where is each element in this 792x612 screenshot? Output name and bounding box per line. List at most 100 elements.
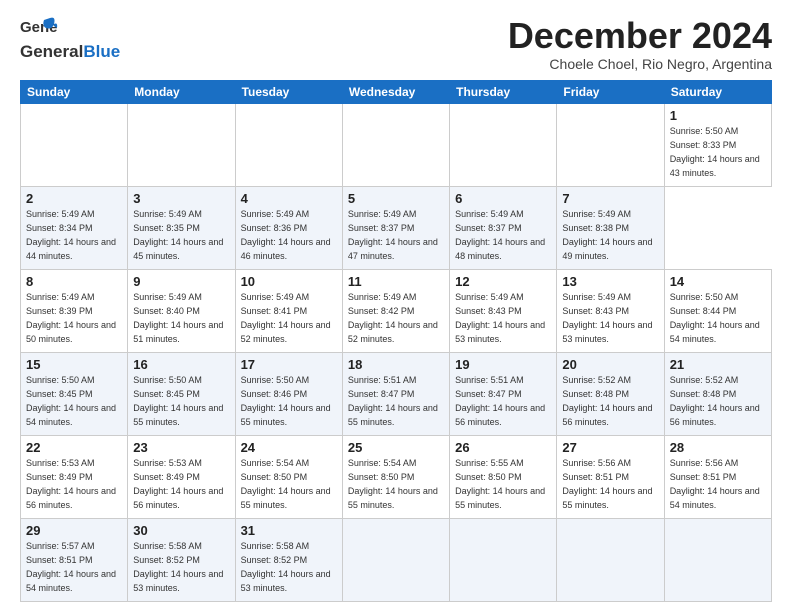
calendar-day: 8Sunrise: 5:49 AMSunset: 8:39 PMDaylight… [21,269,128,352]
calendar-day: 1Sunrise: 5:50 AMSunset: 8:33 PMDaylight… [664,103,771,186]
calendar-day: 13Sunrise: 5:49 AMSunset: 8:43 PMDayligh… [557,269,664,352]
calendar-week-row: 29Sunrise: 5:57 AMSunset: 8:51 PMDayligh… [21,518,772,601]
day-number: 19 [455,356,551,374]
day-info: Sunrise: 5:49 AMSunset: 8:39 PMDaylight:… [26,292,116,344]
day-info: Sunrise: 5:57 AMSunset: 8:51 PMDaylight:… [26,541,116,593]
calendar-day: 26Sunrise: 5:55 AMSunset: 8:50 PMDayligh… [450,435,557,518]
day-number: 31 [241,522,337,540]
page: General General Blue December 2024 Choel… [0,0,792,612]
day-of-week-header: Saturday [664,80,771,103]
calendar-day: 7Sunrise: 5:49 AMSunset: 8:38 PMDaylight… [557,186,664,269]
day-info: Sunrise: 5:58 AMSunset: 8:52 PMDaylight:… [133,541,223,593]
calendar-day: 23Sunrise: 5:53 AMSunset: 8:49 PMDayligh… [128,435,235,518]
calendar-day: 19Sunrise: 5:51 AMSunset: 8:47 PMDayligh… [450,352,557,435]
calendar-day: 6Sunrise: 5:49 AMSunset: 8:37 PMDaylight… [450,186,557,269]
day-info: Sunrise: 5:52 AMSunset: 8:48 PMDaylight:… [562,375,652,427]
day-info: Sunrise: 5:49 AMSunset: 8:36 PMDaylight:… [241,209,331,261]
empty-cell [342,103,449,186]
calendar-day: 11Sunrise: 5:49 AMSunset: 8:42 PMDayligh… [342,269,449,352]
day-number: 29 [26,522,122,540]
calendar-day: 21Sunrise: 5:52 AMSunset: 8:48 PMDayligh… [664,352,771,435]
month-title: December 2024 [508,16,772,56]
day-info: Sunrise: 5:50 AMSunset: 8:45 PMDaylight:… [133,375,223,427]
empty-cell [450,518,557,601]
empty-cell [664,518,771,601]
empty-cell [235,103,342,186]
empty-cell [557,103,664,186]
calendar-day: 18Sunrise: 5:51 AMSunset: 8:47 PMDayligh… [342,352,449,435]
day-number: 16 [133,356,229,374]
logo-icon: General [20,16,58,46]
calendar-day: 3Sunrise: 5:49 AMSunset: 8:35 PMDaylight… [128,186,235,269]
calendar-day: 9Sunrise: 5:49 AMSunset: 8:40 PMDaylight… [128,269,235,352]
calendar-week-row: 2Sunrise: 5:49 AMSunset: 8:34 PMDaylight… [21,186,772,269]
calendar: SundayMondayTuesdayWednesdayThursdayFrid… [20,80,772,602]
day-info: Sunrise: 5:51 AMSunset: 8:47 PMDaylight:… [348,375,438,427]
day-info: Sunrise: 5:56 AMSunset: 8:51 PMDaylight:… [562,458,652,510]
calendar-day: 24Sunrise: 5:54 AMSunset: 8:50 PMDayligh… [235,435,342,518]
day-of-week-header: Monday [128,80,235,103]
day-number: 28 [670,439,766,457]
empty-cell [21,103,128,186]
day-number: 23 [133,439,229,457]
day-number: 24 [241,439,337,457]
empty-cell [450,103,557,186]
calendar-day: 12Sunrise: 5:49 AMSunset: 8:43 PMDayligh… [450,269,557,352]
day-info: Sunrise: 5:53 AMSunset: 8:49 PMDaylight:… [133,458,223,510]
day-number: 10 [241,273,337,291]
day-number: 9 [133,273,229,291]
day-number: 26 [455,439,551,457]
calendar-week-row: 1Sunrise: 5:50 AMSunset: 8:33 PMDaylight… [21,103,772,186]
day-info: Sunrise: 5:54 AMSunset: 8:50 PMDaylight:… [241,458,331,510]
day-number: 8 [26,273,122,291]
day-number: 13 [562,273,658,291]
subtitle: Choele Choel, Rio Negro, Argentina [508,56,772,72]
day-number: 21 [670,356,766,374]
day-number: 18 [348,356,444,374]
calendar-week-row: 8Sunrise: 5:49 AMSunset: 8:39 PMDaylight… [21,269,772,352]
logo-blue: Blue [83,42,120,62]
day-number: 15 [26,356,122,374]
day-of-week-header: Sunday [21,80,128,103]
day-number: 6 [455,190,551,208]
day-number: 11 [348,273,444,291]
day-number: 17 [241,356,337,374]
day-info: Sunrise: 5:49 AMSunset: 8:34 PMDaylight:… [26,209,116,261]
calendar-day: 27Sunrise: 5:56 AMSunset: 8:51 PMDayligh… [557,435,664,518]
day-info: Sunrise: 5:50 AMSunset: 8:45 PMDaylight:… [26,375,116,427]
day-info: Sunrise: 5:49 AMSunset: 8:35 PMDaylight:… [133,209,223,261]
day-info: Sunrise: 5:51 AMSunset: 8:47 PMDaylight:… [455,375,545,427]
calendar-day: 29Sunrise: 5:57 AMSunset: 8:51 PMDayligh… [21,518,128,601]
calendar-day: 5Sunrise: 5:49 AMSunset: 8:37 PMDaylight… [342,186,449,269]
day-of-week-header: Thursday [450,80,557,103]
empty-cell [342,518,449,601]
day-info: Sunrise: 5:49 AMSunset: 8:43 PMDaylight:… [455,292,545,344]
day-info: Sunrise: 5:56 AMSunset: 8:51 PMDaylight:… [670,458,760,510]
day-info: Sunrise: 5:50 AMSunset: 8:44 PMDaylight:… [670,292,760,344]
day-number: 1 [670,107,766,125]
day-info: Sunrise: 5:54 AMSunset: 8:50 PMDaylight:… [348,458,438,510]
day-info: Sunrise: 5:49 AMSunset: 8:41 PMDaylight:… [241,292,331,344]
calendar-day: 2Sunrise: 5:49 AMSunset: 8:34 PMDaylight… [21,186,128,269]
day-info: Sunrise: 5:53 AMSunset: 8:49 PMDaylight:… [26,458,116,510]
empty-cell [128,103,235,186]
day-of-week-header: Wednesday [342,80,449,103]
day-info: Sunrise: 5:52 AMSunset: 8:48 PMDaylight:… [670,375,760,427]
day-info: Sunrise: 5:49 AMSunset: 8:38 PMDaylight:… [562,209,652,261]
day-number: 5 [348,190,444,208]
day-number: 25 [348,439,444,457]
day-number: 30 [133,522,229,540]
calendar-day: 4Sunrise: 5:49 AMSunset: 8:36 PMDaylight… [235,186,342,269]
day-info: Sunrise: 5:49 AMSunset: 8:37 PMDaylight:… [455,209,545,261]
day-number: 12 [455,273,551,291]
calendar-week-row: 15Sunrise: 5:50 AMSunset: 8:45 PMDayligh… [21,352,772,435]
day-info: Sunrise: 5:50 AMSunset: 8:46 PMDaylight:… [241,375,331,427]
day-number: 4 [241,190,337,208]
day-info: Sunrise: 5:58 AMSunset: 8:52 PMDaylight:… [241,541,331,593]
calendar-day: 31Sunrise: 5:58 AMSunset: 8:52 PMDayligh… [235,518,342,601]
day-of-week-header: Tuesday [235,80,342,103]
header: General General Blue December 2024 Choel… [20,16,772,72]
calendar-day: 16Sunrise: 5:50 AMSunset: 8:45 PMDayligh… [128,352,235,435]
day-info: Sunrise: 5:49 AMSunset: 8:42 PMDaylight:… [348,292,438,344]
calendar-day: 20Sunrise: 5:52 AMSunset: 8:48 PMDayligh… [557,352,664,435]
